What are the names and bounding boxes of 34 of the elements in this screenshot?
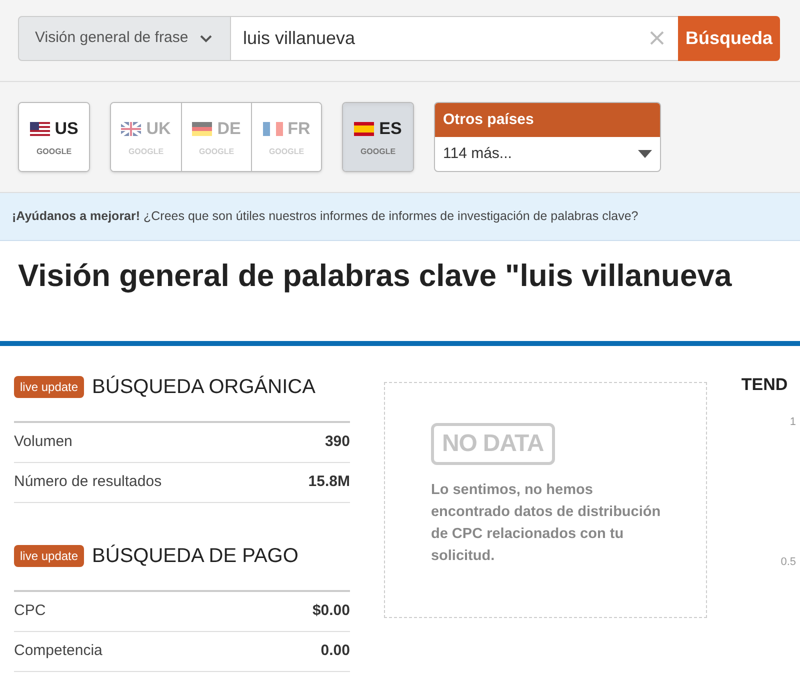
live-update-badge: live update <box>14 545 84 567</box>
caret-down-icon <box>638 150 652 158</box>
other-countries-header: Otros países <box>435 103 660 137</box>
section-title: BÚSQUEDA DE PAGO <box>92 544 298 569</box>
country-select[interactable]: 114 más... <box>435 137 660 171</box>
search-button[interactable]: Búsqueda <box>678 16 780 61</box>
search-field[interactable]: luis villanueva <box>231 16 678 61</box>
database-tab[interactable]: US GOOGLE <box>19 103 89 171</box>
chevron-down-icon <box>200 34 212 42</box>
metric-label: Número de resultados <box>14 472 162 492</box>
metric-value: 390 <box>324 432 350 452</box>
flag-icon <box>262 122 283 136</box>
flag-icon <box>121 122 142 136</box>
flag-icon <box>354 122 374 136</box>
chart-title: TEND <box>741 374 789 396</box>
page-title: Visión general de palabras clave "luis villanueva <box>17 257 733 295</box>
clear-icon[interactable] <box>650 31 664 45</box>
flag-icon <box>192 122 212 136</box>
metric-value: $0.00 <box>312 601 350 622</box>
metric-label: Competencia <box>14 641 102 662</box>
metric-label: Volumen <box>14 432 72 452</box>
metric-value: 15.8M <box>308 472 350 492</box>
no-data-message: Lo sentimos, no hemos encontrado datos de distribución de CPC relacionados con tu solicitud. <box>430 481 662 566</box>
search-mode-dropdown[interactable]: Visión general de frase <box>18 16 231 61</box>
section-title: BÚSQUEDA ORGÁNICA <box>92 374 316 400</box>
no-data-stamp: NO DATA <box>430 423 555 465</box>
feedback-text: ¡Ayúdanos a mejorar! ¿Crees que son útiles nuestros informes de informes de investigación de palabras clave? <box>12 208 638 226</box>
database-tab[interactable]: ES GOOGLE <box>343 103 413 171</box>
metric-value: 0.00 <box>320 641 350 662</box>
metric-label: CPC <box>14 601 46 622</box>
live-update-badge: live update <box>14 376 84 398</box>
axis-label: 0.5 <box>780 555 796 570</box>
flag-icon <box>30 122 50 136</box>
axis-label: 1 <box>790 415 796 430</box>
